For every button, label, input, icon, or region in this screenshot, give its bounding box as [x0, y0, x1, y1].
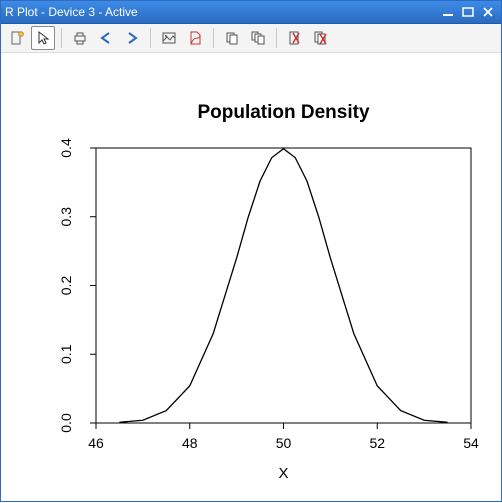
toolbar-separator	[61, 28, 62, 48]
plot-canvas: Population Density 46 48 50 52 54 0.0 0.1 0.2 0.3…	[1, 53, 501, 501]
x-tick-label: 52	[369, 435, 385, 451]
copy-multi-icon[interactable]	[246, 26, 270, 50]
clear-all-icon[interactable]	[309, 26, 333, 50]
back-arrow-icon[interactable]	[94, 26, 118, 50]
x-axis-label: X	[278, 465, 288, 482]
print-icon[interactable]	[68, 26, 92, 50]
y-tick-label: 0.0	[58, 413, 74, 433]
chart-title: Population Density	[197, 102, 370, 123]
forward-arrow-icon[interactable]	[120, 26, 144, 50]
copy-icon[interactable]	[220, 26, 244, 50]
toolbar	[1, 24, 501, 53]
toolbar-separator	[213, 28, 214, 48]
x-tick-label: 54	[463, 435, 479, 451]
x-tick-label: 50	[276, 435, 292, 451]
x-tick-label: 48	[182, 435, 198, 451]
density-curve	[119, 149, 447, 423]
pointer-icon[interactable]	[31, 26, 55, 50]
export-pdf-icon[interactable]	[183, 26, 207, 50]
export-image-icon[interactable]	[157, 26, 181, 50]
minimize-button[interactable]	[439, 5, 457, 19]
new-plot-icon[interactable]	[5, 26, 29, 50]
toolbar-separator	[276, 28, 277, 48]
x-tick-label: 46	[88, 435, 104, 451]
close-button[interactable]	[479, 5, 497, 19]
maximize-button[interactable]	[459, 5, 477, 19]
y-tick-label: 0.3	[58, 207, 74, 227]
y-tick-label: 0.2	[58, 276, 74, 296]
clear-icon[interactable]	[283, 26, 307, 50]
toolbar-separator	[150, 28, 151, 48]
plot-svg: Population Density 46 48 50 52 54 0.0 0.1 0.2 0.3…	[1, 53, 501, 503]
window-title: R Plot - Device 3 - Active	[5, 5, 437, 19]
r-plot-window: R Plot - Device 3 - Active Population De…	[0, 0, 502, 502]
y-tick-label: 0.1	[58, 344, 74, 364]
y-tick-label: 0.4	[58, 138, 74, 158]
titlebar[interactable]: R Plot - Device 3 - Active	[1, 1, 501, 24]
chart-frame	[96, 148, 471, 423]
